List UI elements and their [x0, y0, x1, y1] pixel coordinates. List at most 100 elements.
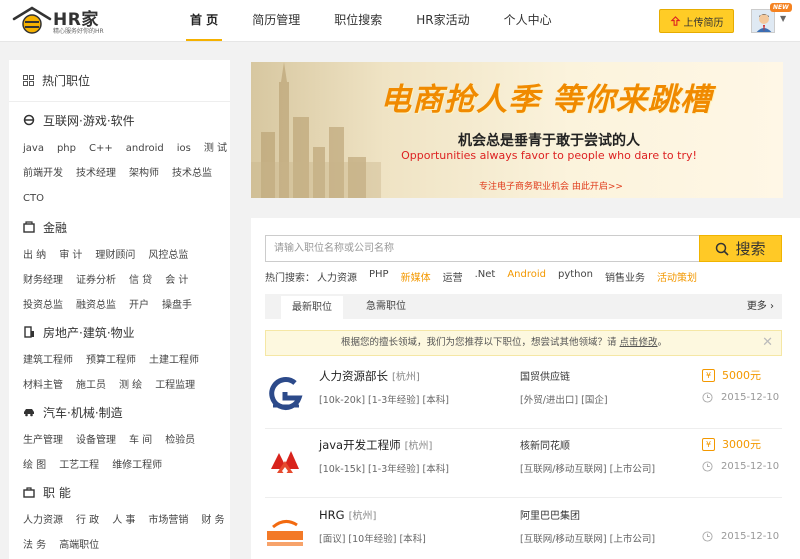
job-tag[interactable]: 融资总监	[76, 293, 116, 318]
banner-title: 电商抢人季 等你来跳槽	[380, 82, 712, 118]
search-input[interactable]	[265, 235, 700, 262]
category-header[interactable]: 互联网·游戏·软件	[23, 110, 228, 130]
bee-house-logo-icon	[12, 6, 52, 34]
notice-text: 根据您的擅长领域，我们为您推荐以下职位，想尝试其他领域？请	[341, 337, 617, 348]
job-tag[interactable]: 人 事	[112, 508, 135, 533]
job-tag[interactable]: 审 计	[59, 243, 82, 268]
search-icon	[716, 242, 730, 256]
hot-search-keyword[interactable]: 新媒体	[401, 269, 431, 285]
hot-search-keyword[interactable]: PHP	[369, 269, 389, 285]
hot-search-keyword[interactable]: Android	[507, 269, 546, 285]
close-icon[interactable]: ✕	[762, 331, 773, 355]
hot-search-keyword[interactable]: 运营	[443, 269, 463, 285]
modify-field-link[interactable]: 点击修改	[620, 337, 658, 348]
job-tag[interactable]: 会 计	[165, 268, 188, 293]
post-date: 2015-12-10	[702, 392, 779, 403]
job-tag[interactable]: 生产管理	[23, 428, 63, 453]
job-tag[interactable]: 高端职位	[59, 533, 99, 558]
company-name[interactable]: 国贸供应链	[520, 368, 570, 383]
job-tag[interactable]: 技术总监	[172, 161, 212, 186]
job-tag[interactable]: 信 贷	[129, 268, 152, 293]
job-tag[interactable]: 施工员	[76, 373, 106, 398]
job-tag[interactable]: 车 间	[129, 428, 152, 453]
hot-search-keyword[interactable]: 活动策划	[657, 269, 697, 285]
site-logo[interactable]: HR家 精心服务好你的HR	[12, 4, 112, 38]
job-city: [杭州]	[404, 441, 433, 452]
job-row[interactable]: 人力资源部长 [杭州] [10k-20k] [1-3年经验] [本科] 国贸供应链…	[265, 362, 782, 430]
job-tag[interactable]: 绘 图	[23, 453, 46, 478]
hot-search-keyword[interactable]: 销售业务	[605, 269, 645, 285]
category-name: 互联网·游戏·软件	[43, 113, 135, 128]
category-header[interactable]: 金融	[23, 217, 228, 237]
job-tag[interactable]: 技术经理	[76, 161, 116, 186]
job-tag[interactable]: 风控总监	[148, 243, 188, 268]
job-tag[interactable]: 预算工程师	[86, 348, 136, 373]
nav-hr-activities[interactable]: HR家活动	[404, 0, 481, 42]
car-icon	[24, 409, 34, 417]
job-tag[interactable]: 土建工程师	[149, 348, 199, 373]
job-tag[interactable]: 材料主管	[23, 373, 63, 398]
job-tag[interactable]: 行 政	[76, 508, 99, 533]
nav-personal-center[interactable]: 个人中心	[492, 0, 564, 42]
job-tag[interactable]: java	[23, 136, 44, 161]
job-tag[interactable]: 维修工程师	[112, 453, 162, 478]
job-tag[interactable]: 投资总监	[23, 293, 63, 318]
category-header[interactable]: 房地产·建筑·物业	[23, 322, 228, 342]
category-header[interactable]: 职 能	[23, 482, 228, 502]
job-tag[interactable]: 工程监理	[155, 373, 195, 398]
job-tag[interactable]: 市场营销	[148, 508, 188, 533]
search-button[interactable]: 搜索	[699, 235, 782, 262]
job-tag[interactable]: 开户	[129, 293, 149, 318]
job-tag[interactable]: 证券分析	[76, 268, 116, 293]
nav-resume-management[interactable]: 简历管理	[240, 0, 312, 42]
internet-icon	[23, 114, 35, 126]
category-header[interactable]: 汽车·机械·制造	[23, 402, 228, 422]
job-tag[interactable]: 检验员	[165, 428, 195, 453]
job-title[interactable]: HRG [杭州]	[319, 507, 376, 522]
job-tag[interactable]: php	[57, 136, 76, 161]
salary: ¥3000元	[702, 436, 761, 452]
job-tag[interactable]: 理财顾问	[95, 243, 135, 268]
job-tag[interactable]: C++	[89, 136, 113, 161]
clock-icon	[702, 461, 713, 472]
nav-home[interactable]: 首 页	[178, 0, 230, 42]
date-value: 2015-12-10	[721, 392, 780, 403]
job-tag[interactable]: 建筑工程师	[23, 348, 73, 373]
job-row[interactable]: java开发工程师 [杭州] [10k-15k] [1-3年经验] [本科] 核新…	[265, 431, 782, 499]
hot-search-keyword[interactable]: .Net	[475, 269, 496, 285]
company-industry: [互联网/移动互联网] [上市公司]	[520, 534, 656, 545]
job-title[interactable]: 人力资源部长 [杭州]	[319, 368, 420, 384]
job-tag[interactable]: 人力资源	[23, 508, 63, 533]
job-tag[interactable]: 财务经理	[23, 268, 63, 293]
hot-search-keyword[interactable]: 人力资源	[317, 269, 357, 285]
job-tag[interactable]: 前端开发	[23, 161, 63, 186]
job-tag[interactable]: android	[126, 136, 164, 161]
job-tag[interactable]: CTO	[23, 186, 44, 211]
job-tag[interactable]: 出 纳	[23, 243, 46, 268]
category-name: 金融	[43, 220, 68, 235]
job-row[interactable]: HRG [杭州] [面议] [10年经验] [本科] 阿里巴巴集团 [互联网/移动…	[265, 501, 782, 559]
job-tag[interactable]: 操盘手	[162, 293, 192, 318]
job-title[interactable]: java开发工程师 [杭州]	[319, 437, 432, 453]
job-tag[interactable]: 财 务	[201, 508, 224, 533]
company-name[interactable]: 阿里巴巴集团	[520, 507, 580, 522]
banner-link[interactable]: 专注电子商务职业机会 由此开启>>	[401, 179, 701, 192]
job-tag[interactable]: 测 试	[204, 136, 227, 161]
notice-suffix: 。	[657, 337, 668, 348]
chevron-down-icon[interactable]: ▼	[780, 14, 786, 23]
job-tag[interactable]: 架构师	[129, 161, 159, 186]
promo-banner[interactable]: 电商抢人季 等你来跳槽 机会总是垂青于敢于尝试的人 Opportunities …	[251, 62, 783, 198]
more-link[interactable]: 更多 ›	[747, 294, 774, 319]
job-tag[interactable]: 工艺工程	[59, 453, 99, 478]
tab-latest-jobs[interactable]: 最新职位	[281, 294, 343, 319]
job-tag[interactable]: ios	[177, 136, 191, 161]
job-tag[interactable]: 设备管理	[76, 428, 116, 453]
company-name[interactable]: 核新同花顺	[520, 437, 570, 452]
tab-urgent-jobs[interactable]: 急需职位	[355, 294, 417, 319]
user-avatar[interactable]	[751, 9, 775, 33]
hot-search-keyword[interactable]: python	[558, 269, 593, 285]
upload-resume-button[interactable]: 上传简历	[659, 9, 734, 33]
job-tag[interactable]: 法 务	[23, 533, 46, 558]
job-tag[interactable]: 测 绘	[119, 373, 142, 398]
nav-job-search[interactable]: 职位搜索	[322, 0, 394, 42]
